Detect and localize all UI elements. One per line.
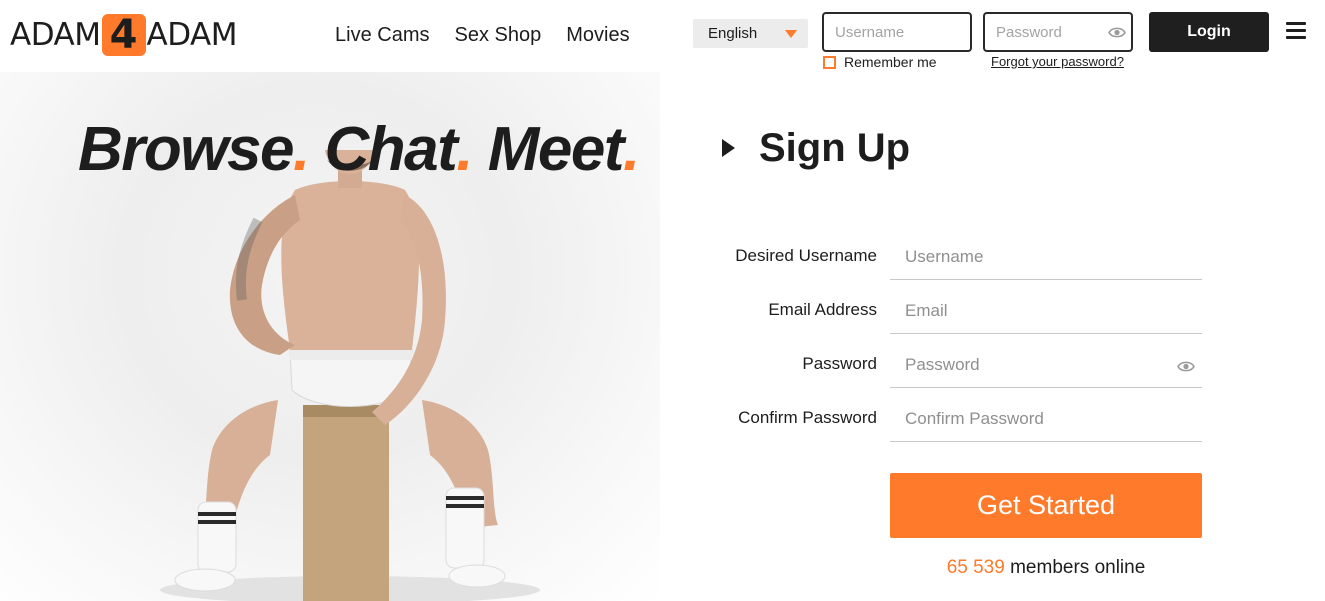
- menu-icon-bar: [1286, 36, 1306, 39]
- signup-title: Sign Up: [759, 126, 911, 170]
- login-password-field: [983, 12, 1133, 52]
- checkbox-box[interactable]: [823, 55, 836, 69]
- signup-header: Sign Up: [722, 124, 910, 172]
- nav-live-cams[interactable]: Live Cams: [335, 22, 429, 48]
- username-label: Desired Username: [735, 246, 877, 265]
- forgot-password-link[interactable]: Forgot your password?: [991, 54, 1124, 69]
- menu-icon[interactable]: [1286, 22, 1306, 39]
- signup-row-username: Desired Username: [700, 238, 1202, 280]
- username-field: [890, 238, 1202, 280]
- logo-left-word: ADAM: [10, 17, 101, 53]
- logo-number-badge: 4: [101, 14, 146, 56]
- tagline-meet: Meet: [487, 115, 625, 184]
- nav-sex-shop[interactable]: Sex Shop: [454, 22, 541, 48]
- members-online-status: 65 539 members online: [890, 557, 1202, 579]
- remember-me-checkbox[interactable]: Remember me: [823, 54, 937, 70]
- hero-model-photo: [160, 150, 540, 601]
- eye-icon[interactable]: [1108, 26, 1126, 39]
- logo-right-word: ADAM: [146, 17, 238, 53]
- confirm-password-field: [890, 400, 1202, 442]
- tagline-dot: .: [292, 115, 310, 184]
- signup-row-email: Email Address: [700, 292, 1202, 334]
- signup-password-input[interactable]: [890, 346, 1202, 387]
- nav-movies[interactable]: Movies: [566, 22, 629, 48]
- tagline-browse: Browse: [78, 115, 294, 184]
- main-nav: Live Cams Sex Shop Movies: [335, 22, 630, 48]
- email-label: Email Address: [768, 300, 877, 319]
- caret-down-icon: [785, 30, 797, 38]
- signup-row-password: Password: [700, 346, 1202, 388]
- menu-icon-bar: [1286, 22, 1306, 25]
- language-selected-value: English: [708, 25, 758, 42]
- login-button[interactable]: Login: [1149, 12, 1269, 52]
- eye-icon[interactable]: [1177, 360, 1195, 373]
- remember-me-label: Remember me: [844, 54, 937, 70]
- signup-confirm-password-input[interactable]: [890, 400, 1202, 441]
- login-username-field: [822, 12, 972, 52]
- brand-logo[interactable]: ADAM 4 ADAM: [10, 14, 237, 56]
- members-online-count: 65 539: [946, 557, 1005, 578]
- tagline-chat: Chat: [324, 115, 457, 184]
- signup-username-input[interactable]: [890, 238, 1202, 279]
- tagline-dot: .: [456, 115, 473, 184]
- get-started-button[interactable]: Get Started: [890, 473, 1202, 538]
- language-select[interactable]: English: [693, 19, 808, 48]
- hero-tagline: Browse. Chat. Meet.: [78, 112, 640, 188]
- tagline-dot: .: [622, 115, 640, 184]
- signup-email-input[interactable]: [890, 292, 1202, 333]
- login-username-input[interactable]: [824, 14, 970, 50]
- confirm-password-label: Confirm Password: [738, 408, 877, 427]
- play-icon: [722, 139, 735, 157]
- password-label: Password: [802, 354, 877, 373]
- members-online-suffix: members online: [1004, 557, 1146, 578]
- signup-row-confirm-password: Confirm Password: [700, 400, 1202, 442]
- password-field: [890, 346, 1202, 388]
- email-field: [890, 292, 1202, 334]
- menu-icon-bar: [1286, 29, 1306, 32]
